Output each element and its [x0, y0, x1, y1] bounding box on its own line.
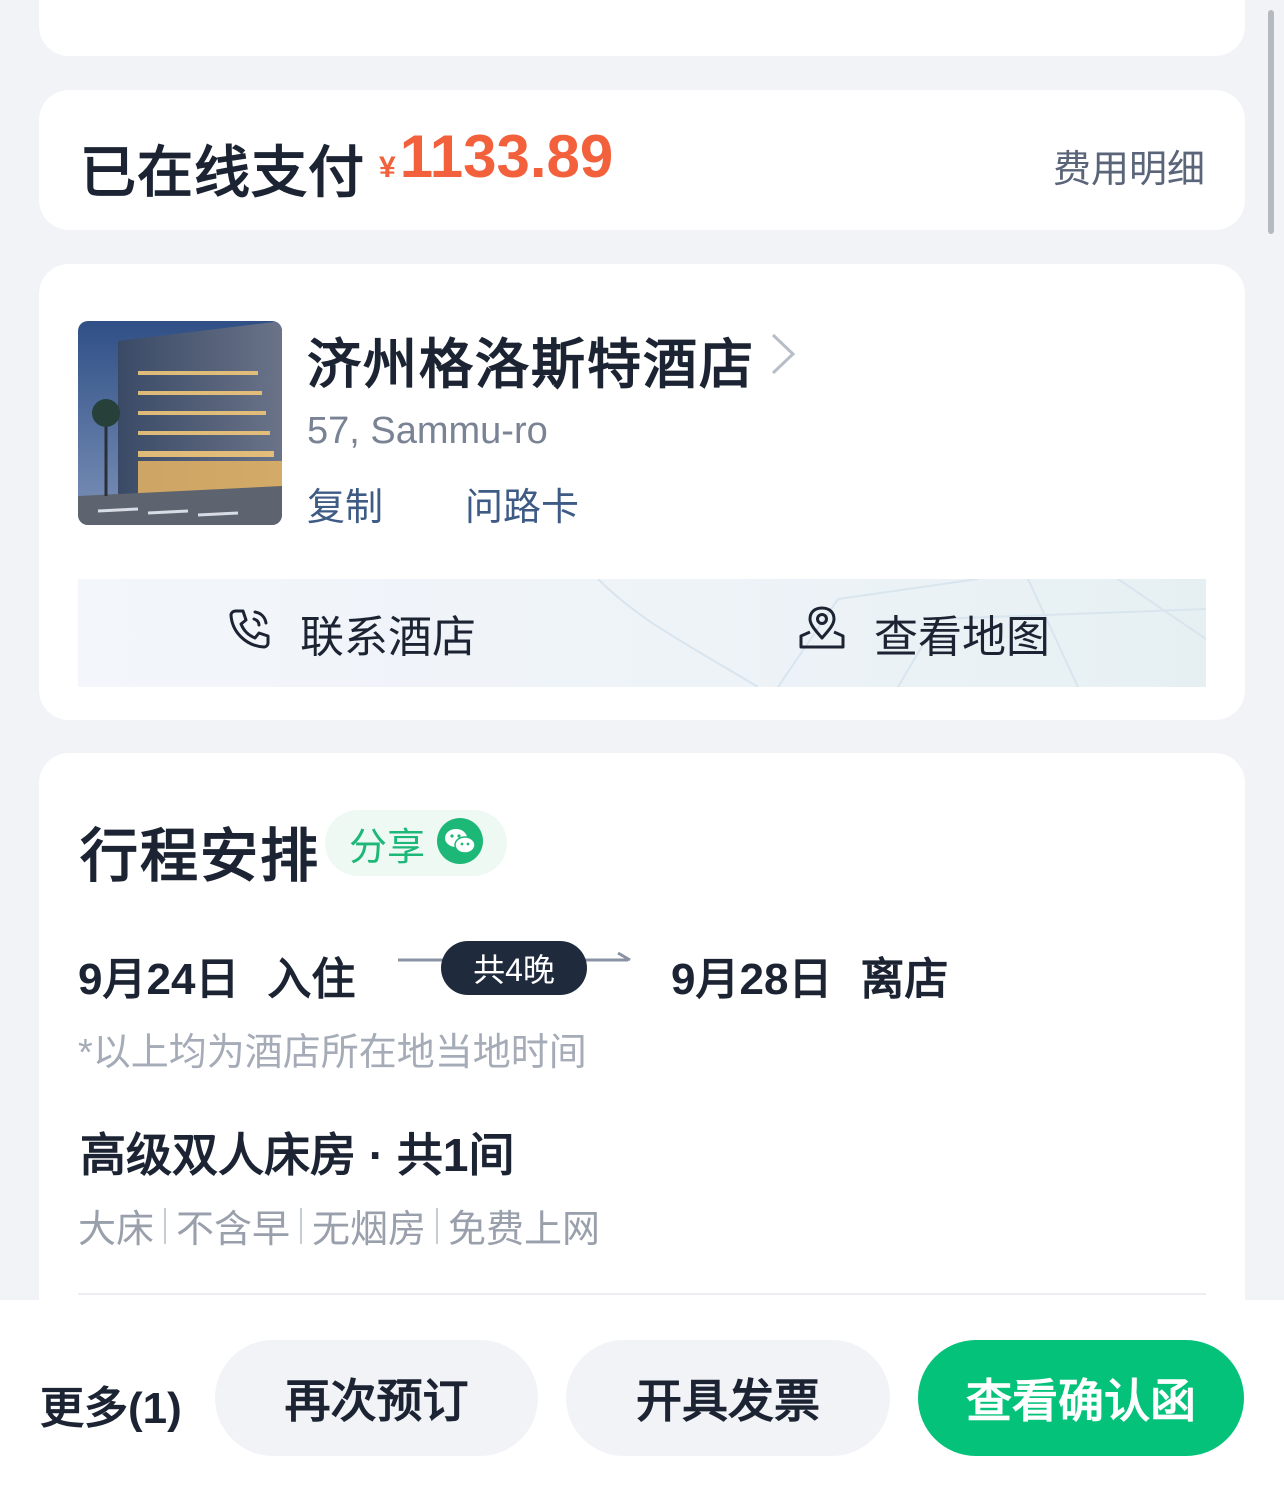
share-label: 分享 [349, 826, 426, 869]
hotel-action-bar: 联系酒店 查看地图 [78, 579, 1206, 687]
checkin-info: 9月24日 入住 [78, 943, 355, 1007]
hotel-photo[interactable] [78, 321, 282, 525]
hotel-name[interactable]: 济州格洛斯特酒店 [307, 320, 755, 399]
chevron-right-icon[interactable] [769, 332, 797, 381]
hotel-photo-image [78, 321, 282, 525]
payment-label: 已在线支付 [80, 141, 365, 204]
room-tag: 大床 [78, 1209, 155, 1251]
tag-separator [300, 1207, 303, 1244]
checkin-label: 入住 [267, 955, 356, 1004]
room-tags: 大床 不含早 无烟房 免费上网 [78, 1198, 600, 1253]
copy-address-button[interactable]: 复制 [307, 476, 383, 531]
room-tag: 无烟房 [312, 1209, 427, 1251]
phone-icon [228, 606, 300, 661]
checkin-date: 9月24日 [78, 955, 240, 1004]
payment-card: 已在线支付 ¥1133.89 费用明细 [39, 90, 1245, 230]
contact-hotel-label: 联系酒店 [300, 613, 476, 662]
view-confirmation-button[interactable]: 查看确认函 [918, 1340, 1244, 1456]
currency-symbol: ¥ [379, 151, 396, 184]
checkout-date: 9月28日 [671, 955, 833, 1004]
room-title: 高级双人床房 · 共1间 [80, 1129, 515, 1181]
map-pin-icon [798, 606, 874, 661]
route-card-button[interactable]: 问路卡 [465, 476, 579, 531]
order-detail-page: 已在线支付 ¥1133.89 费用明细 济州格洛斯特酒店 57, Sammu-r… [0, 0, 1284, 1496]
previous-card [39, 0, 1245, 56]
amount-value: 1133.89 [399, 123, 614, 190]
checkout-info: 9月28日 离店 [671, 943, 948, 1007]
divider [78, 1293, 1206, 1295]
share-button[interactable]: 分享 [325, 810, 507, 876]
tag-separator [436, 1207, 439, 1244]
itinerary-title: 行程安排 [80, 824, 321, 889]
more-button[interactable]: 更多(1) [40, 1372, 182, 1436]
room-tag: 不含早 [176, 1209, 291, 1251]
nights-badge: 共4晚 [441, 941, 587, 995]
hotel-card: 济州格洛斯特酒店 57, Sammu-ro 复制 问路卡 联系酒店 查看地图 [39, 264, 1245, 720]
hotel-address: 57, Sammu-ro [307, 410, 548, 452]
bottom-action-bar: 更多(1) 再次预订 开具发票 查看确认函 [0, 1300, 1284, 1496]
tag-separator [164, 1207, 167, 1244]
view-map-button[interactable]: 查看地图 [798, 579, 1050, 687]
checkout-label: 离店 [860, 955, 949, 1004]
contact-hotel-button[interactable]: 联系酒店 [228, 579, 476, 687]
local-time-note: *以上均为酒店所在地当地时间 [78, 1032, 587, 1074]
room-tag: 免费上网 [448, 1209, 601, 1251]
rebook-button[interactable]: 再次预订 [215, 1340, 538, 1456]
fee-detail-link[interactable]: 费用明细 [1053, 138, 1205, 193]
view-map-label: 查看地图 [874, 613, 1050, 662]
wechat-icon [437, 817, 484, 869]
scrollbar[interactable] [1268, 10, 1274, 234]
payment-amount: ¥1133.89 [379, 122, 613, 191]
invoice-button[interactable]: 开具发票 [566, 1340, 890, 1456]
